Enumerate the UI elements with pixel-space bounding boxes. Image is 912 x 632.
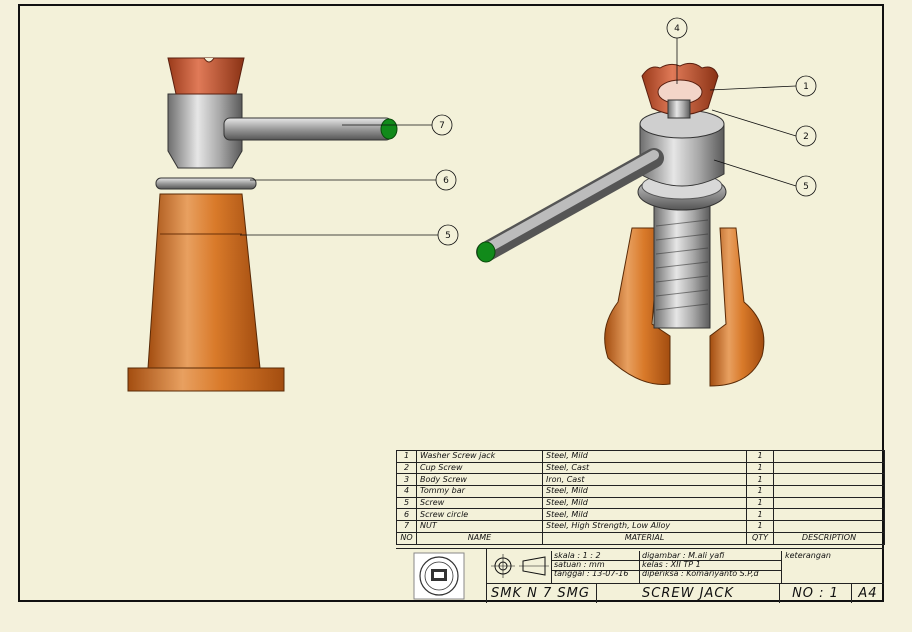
title-block: skala : 1 : 2 satuan : mm tanggal : 13-0…	[396, 548, 884, 603]
callout-7: 7	[431, 114, 453, 136]
table-row: 5 Screw Steel, Mild 1	[396, 496, 885, 510]
bill-of-materials: 1 Washer Screw jack Steel, Mild 1 2 Cup Scre…	[396, 450, 885, 545]
table-row: 1 Washer Screw jack Steel, Mild 1	[396, 450, 885, 463]
drawing-number: NO : 1	[779, 584, 851, 603]
svg-text:5: 5	[445, 231, 451, 241]
tommy-bar-end-section	[476, 241, 496, 263]
callout-2: 2	[795, 125, 817, 147]
cup-front	[167, 57, 245, 95]
assembly-drawing: 7 6 5 4 1 2 5	[127, 17, 817, 392]
callout-6: 6	[435, 169, 457, 191]
callout-1: 1	[795, 75, 817, 97]
svg-text:2: 2	[803, 132, 809, 142]
body-screw-front	[147, 193, 261, 369]
washer-section	[667, 99, 691, 119]
unit-text: satuan : mm	[554, 560, 605, 569]
paper-size: A4	[851, 584, 884, 603]
svg-text:7: 7	[439, 121, 445, 131]
class-text: kelas : XII TP 1	[642, 560, 701, 569]
table-row: 2 Cup Screw Steel, Cast 1	[396, 461, 885, 475]
callout-5-right: 5	[795, 175, 817, 197]
tommy-bar-front	[223, 117, 393, 141]
table-row: 3 Body Screw Iron, Cast 1	[396, 473, 885, 487]
remarks-text: keterangan	[781, 551, 884, 583]
table-row: 7 NUT Steel, High Strength, Low Alloy 1	[396, 520, 885, 533]
svg-text:6: 6	[443, 176, 449, 186]
projection-symbol-icon	[486, 549, 551, 583]
table-row: 4 Tommy bar Steel, Mild 1	[396, 485, 885, 498]
drawing-title: SCREW JACK	[596, 584, 779, 603]
callout-4: 4	[666, 17, 688, 39]
svg-text:5: 5	[803, 182, 809, 192]
school-logo	[396, 549, 486, 603]
svg-text:1: 1	[803, 82, 809, 92]
school-name: SMK N 7 SMG	[486, 584, 596, 603]
scale-text: skala : 1 : 2	[554, 551, 601, 560]
svg-text:4: 4	[674, 24, 680, 34]
screw-circle-front	[155, 177, 257, 190]
front-view	[127, 57, 398, 392]
drawn-by-text: digambar : M.ali yafi	[642, 551, 725, 560]
body-base-front	[127, 367, 285, 392]
callout-5-left: 5	[437, 224, 459, 246]
section-view	[476, 62, 765, 387]
table-row: 6 Screw circle Steel, Mild 1	[396, 508, 885, 522]
table-header: NO NAME MATERIAL QTY DESCRIPTION	[396, 531, 885, 545]
tommy-bar-end-front	[380, 118, 398, 140]
